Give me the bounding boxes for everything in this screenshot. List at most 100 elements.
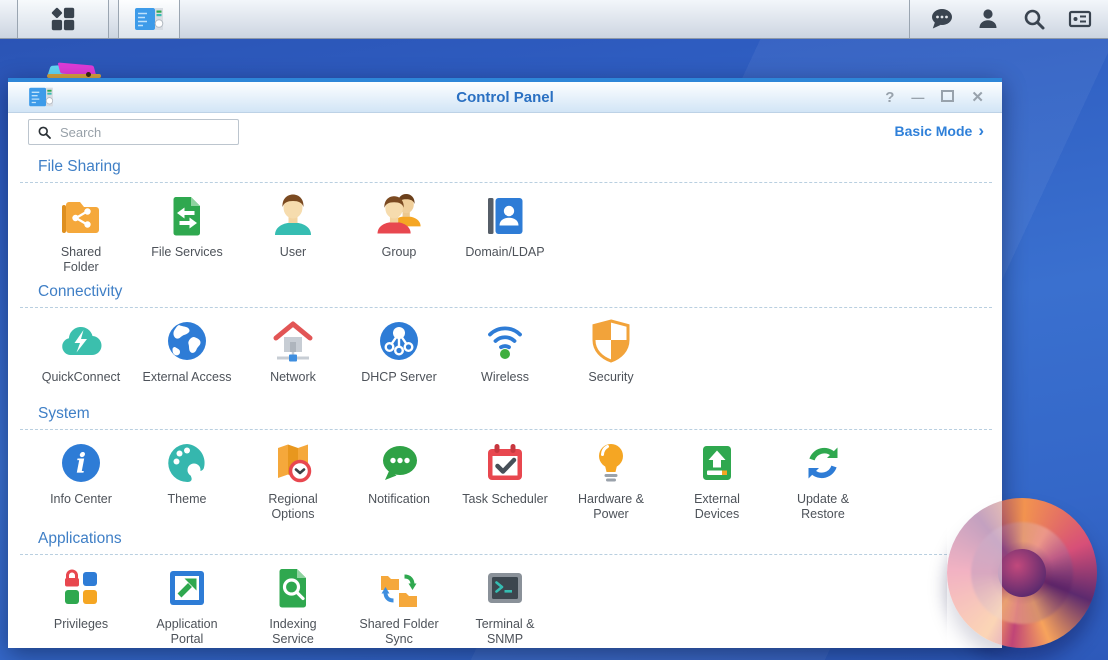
quickconnect-icon bbox=[57, 317, 105, 365]
control-panel-window: Control Panel ? — ✕ Basic Mode › File Sh… bbox=[8, 78, 1002, 648]
wallpaper-swirl-fade bbox=[947, 498, 1002, 648]
section-divider bbox=[20, 554, 992, 555]
app-file-services[interactable]: File Services bbox=[134, 192, 240, 275]
external-devices-icon bbox=[693, 439, 741, 487]
main-menu-icon bbox=[49, 5, 77, 33]
app-label: External Access bbox=[142, 370, 232, 384]
search-box[interactable] bbox=[28, 119, 239, 145]
indexing-service-icon bbox=[269, 564, 317, 612]
desktop-icon-partial bbox=[47, 61, 101, 79]
update-restore-icon bbox=[799, 439, 847, 487]
terminal-snmp-icon bbox=[481, 564, 529, 612]
app-dhcp-server[interactable]: DHCP Server bbox=[346, 317, 452, 397]
app-label: DHCP Server bbox=[361, 370, 437, 384]
notification-icon bbox=[375, 439, 423, 487]
section-title: Applications bbox=[38, 530, 122, 547]
hardware-power-icon bbox=[587, 439, 635, 487]
svg-text:i: i bbox=[76, 449, 86, 480]
app-regional-options[interactable]: Regional Options bbox=[240, 439, 346, 522]
section-divider bbox=[20, 429, 992, 430]
app-label: Theme bbox=[167, 492, 207, 506]
minimize-button[interactable]: — bbox=[911, 91, 924, 104]
app-network[interactable]: Network bbox=[240, 317, 346, 397]
section-divider bbox=[20, 182, 992, 183]
app-label: File Services bbox=[151, 245, 223, 259]
widgets-icon[interactable] bbox=[1068, 7, 1092, 31]
app-label: Notification bbox=[368, 492, 430, 506]
app-privileges[interactable]: Privileges bbox=[28, 564, 134, 647]
app-user[interactable]: User bbox=[240, 192, 346, 275]
security-icon bbox=[587, 317, 635, 365]
taskbar-control-panel-button[interactable] bbox=[118, 0, 180, 38]
search-input[interactable] bbox=[58, 123, 238, 141]
app-shared-folder-sync[interactable]: Shared Folder Sync bbox=[346, 564, 452, 647]
window-title: Control Panel bbox=[456, 88, 554, 106]
user-icon bbox=[269, 192, 317, 240]
info-center-icon: i bbox=[57, 439, 105, 487]
icon-grid: Shared Folder File Services User Group Domai… bbox=[8, 192, 1002, 275]
search-input-icon bbox=[38, 126, 51, 139]
app-label: Shared Folder Sync bbox=[359, 617, 439, 646]
task-scheduler-icon bbox=[481, 439, 529, 487]
search-icon[interactable] bbox=[1022, 7, 1046, 31]
app-terminal-snmp[interactable]: Terminal & SNMP bbox=[452, 564, 558, 647]
app-notification[interactable]: Notification bbox=[346, 439, 452, 522]
app-label: Regional Options bbox=[268, 492, 318, 521]
app-hardware-power[interactable]: Hardware & Power bbox=[558, 439, 664, 522]
app-theme[interactable]: Theme bbox=[134, 439, 240, 522]
app-update-restore[interactable]: Update & Restore bbox=[770, 439, 876, 522]
wireless-icon bbox=[481, 317, 529, 365]
window-titlebar[interactable]: Control Panel ? — ✕ bbox=[8, 82, 1002, 113]
app-external-access[interactable]: External Access bbox=[134, 317, 240, 397]
app-shared-folder[interactable]: Shared Folder bbox=[28, 192, 134, 275]
help-button[interactable]: ? bbox=[885, 90, 894, 105]
app-label: Task Scheduler bbox=[462, 492, 548, 506]
dhcp-server-icon bbox=[375, 317, 423, 365]
app-label: Security bbox=[588, 370, 634, 384]
icon-grid: Privileges Application Portal Indexing Ser… bbox=[8, 564, 1002, 647]
sections-container: File Sharing Shared Folder File Services Us… bbox=[8, 158, 1002, 647]
app-label: Network bbox=[270, 370, 316, 384]
app-task-scheduler[interactable]: Task Scheduler bbox=[452, 439, 558, 522]
theme-icon bbox=[163, 439, 211, 487]
app-label: Domain/LDAP bbox=[465, 245, 545, 259]
section-divider bbox=[20, 307, 992, 308]
domain-ldap-icon bbox=[481, 192, 529, 240]
app-security[interactable]: Security bbox=[558, 317, 664, 397]
app-label: User bbox=[279, 245, 307, 259]
regional-options-icon bbox=[269, 439, 317, 487]
app-label: Application Portal bbox=[156, 617, 218, 646]
app-indexing-service[interactable]: Indexing Service bbox=[240, 564, 346, 647]
app-label: Shared Folder bbox=[60, 245, 102, 274]
app-quickconnect[interactable]: QuickConnect bbox=[28, 317, 134, 397]
app-info-center[interactable]: i Info Center bbox=[28, 439, 134, 522]
app-wireless[interactable]: Wireless bbox=[452, 317, 558, 397]
basic-mode-toggle[interactable]: Basic Mode › bbox=[895, 122, 984, 139]
user-account-icon[interactable] bbox=[976, 7, 1000, 31]
app-external-devices[interactable]: External Devices bbox=[664, 439, 770, 522]
app-label: Wireless bbox=[481, 370, 529, 384]
close-button[interactable]: ✕ bbox=[971, 90, 984, 105]
chevron-right-icon: › bbox=[978, 121, 984, 140]
app-label: Group bbox=[381, 245, 417, 259]
group-icon bbox=[375, 192, 423, 240]
app-domain-ldap[interactable]: Domain/LDAP bbox=[452, 192, 558, 275]
control-panel-icon bbox=[134, 6, 164, 32]
taskbar bbox=[0, 0, 1108, 39]
application-portal-icon bbox=[163, 564, 211, 612]
icon-grid: QuickConnect External Access Network DHCP S… bbox=[8, 317, 1002, 397]
basic-mode-label: Basic Mode bbox=[894, 122, 973, 139]
app-label: Info Center bbox=[50, 492, 112, 506]
app-application-portal[interactable]: Application Portal bbox=[134, 564, 240, 647]
taskbar-status-area bbox=[909, 0, 1092, 38]
main-menu-button[interactable] bbox=[17, 0, 109, 38]
section-title: System bbox=[38, 405, 90, 422]
notifications-chat-icon[interactable] bbox=[930, 7, 954, 31]
section-system: System i Info Center Theme Regional Options N… bbox=[8, 405, 1002, 522]
privileges-icon bbox=[57, 564, 105, 612]
app-group[interactable]: Group bbox=[346, 192, 452, 275]
maximize-button[interactable] bbox=[941, 89, 955, 105]
section-title: Connectivity bbox=[38, 283, 123, 300]
section-title: File Sharing bbox=[38, 158, 121, 175]
app-label: Terminal & SNMP bbox=[475, 617, 535, 646]
